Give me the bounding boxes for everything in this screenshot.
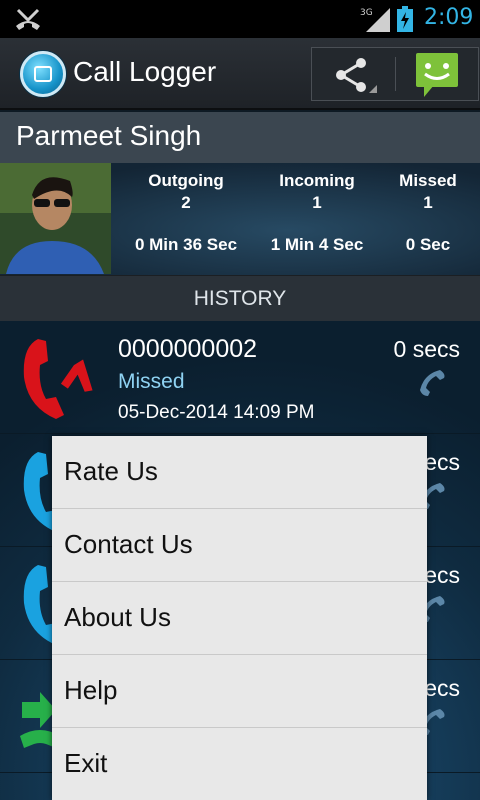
history-header: HISTORY bbox=[0, 275, 480, 321]
stat-count: 1 bbox=[423, 193, 433, 212]
call-type: Missed bbox=[118, 370, 185, 393]
app-logo-icon[interactable] bbox=[20, 51, 66, 97]
menu-item-label: Rate Us bbox=[64, 456, 158, 486]
stat-duration: 0 Sec bbox=[405, 235, 451, 254]
status-bar: 3G 2:09 bbox=[0, 0, 480, 38]
menu-item-about-us[interactable]: About Us bbox=[52, 582, 427, 655]
stat-outgoing: Outgoing 2 0 Min 36 Sec bbox=[121, 171, 251, 254]
stat-duration: 0 Min 36 Sec bbox=[134, 235, 238, 254]
menu-item-help[interactable]: Help bbox=[52, 655, 427, 728]
menu-item-label: Help bbox=[64, 675, 118, 705]
stat-label: Outgoing bbox=[148, 171, 224, 190]
avatar[interactable] bbox=[0, 163, 111, 274]
share-button[interactable] bbox=[311, 47, 395, 101]
history-title: HISTORY bbox=[193, 287, 287, 310]
contact-name-bar: Parmeet Singh bbox=[0, 112, 480, 163]
menu-item-contact-us[interactable]: Contact Us bbox=[52, 509, 427, 582]
contact-stats: Outgoing 2 0 Min 36 Sec Incoming 1 1 Min… bbox=[0, 163, 480, 275]
menu-item-rate-us[interactable]: Rate Us bbox=[52, 436, 427, 509]
battery-charging-icon bbox=[397, 6, 413, 32]
call-date: 05-Dec-2014 14:09 PM bbox=[118, 402, 315, 423]
missed-call-icon bbox=[23, 339, 93, 419]
call-back-icon[interactable] bbox=[418, 368, 446, 396]
sms-button[interactable] bbox=[396, 47, 479, 101]
stat-label: Missed bbox=[399, 171, 457, 190]
share-icon bbox=[336, 58, 377, 93]
call-number: 0000000002 bbox=[118, 335, 258, 363]
call-duration: 0 secs bbox=[393, 336, 460, 362]
options-menu: Rate Us Contact Us About Us Help Exit bbox=[52, 436, 427, 800]
app-title: Call Logger bbox=[73, 56, 217, 87]
stat-count: 2 bbox=[181, 193, 191, 212]
call-row[interactable]: 0000000002 Missed 05-Dec-2014 14:09 PM 0… bbox=[0, 321, 480, 434]
menu-item-label: Contact Us bbox=[64, 529, 193, 559]
missed-call-icon bbox=[16, 8, 40, 30]
avatar-photo bbox=[0, 163, 111, 274]
svg-text:3G: 3G bbox=[360, 8, 373, 18]
sms-icon bbox=[416, 53, 458, 97]
stat-missed: Missed 1 0 Sec bbox=[363, 171, 480, 254]
status-clock: 2:09 bbox=[424, 5, 474, 30]
signal-icon: 3G bbox=[360, 8, 390, 32]
menu-item-label: About Us bbox=[64, 602, 171, 632]
contact-name: Parmeet Singh bbox=[16, 120, 202, 151]
menu-item-exit[interactable]: Exit bbox=[52, 728, 427, 800]
action-bar: Call Logger bbox=[0, 38, 480, 110]
menu-item-label: Exit bbox=[64, 748, 108, 778]
